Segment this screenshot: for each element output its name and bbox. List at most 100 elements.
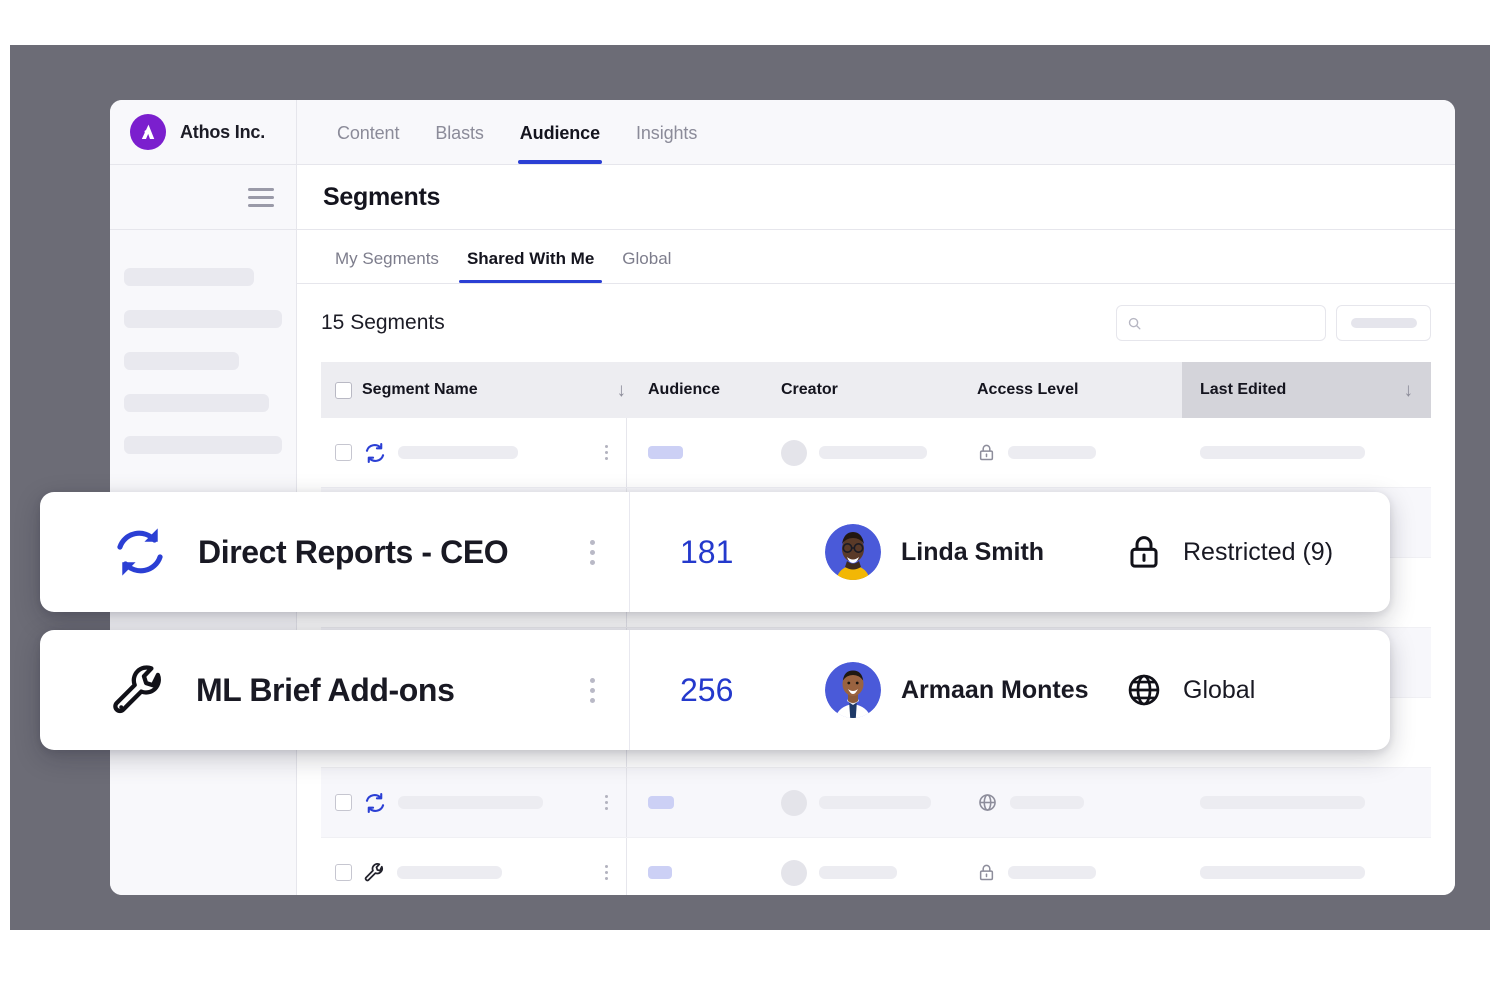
creator-name: Linda Smith — [901, 537, 1045, 566]
cell-segment-name — [321, 418, 626, 487]
row-menu-icon[interactable] — [605, 865, 608, 880]
sidebar-skeleton-item — [124, 310, 282, 328]
column-header-label: Last Edited — [1200, 381, 1287, 398]
subtab-shared-with-me[interactable]: Shared With Me — [453, 249, 608, 283]
cell-audience — [626, 838, 781, 895]
cell-placeholder — [648, 446, 683, 459]
sidebar-skeleton-item — [124, 394, 270, 412]
column-header-segment-name[interactable]: Segment Name ↓ — [321, 362, 626, 418]
segment-count-label: 15 Segments — [321, 311, 445, 334]
sidebar-skeleton-item — [124, 352, 240, 370]
row-checkbox[interactable] — [335, 794, 352, 811]
highlighted-segment-row-1[interactable]: Direct Reports - CEO 181 Linda Smith Res… — [40, 492, 1390, 612]
nav-tab-content[interactable]: Content — [319, 123, 417, 164]
segment-name: ML Brief Add-ons — [196, 671, 455, 708]
select-all-checkbox[interactable] — [335, 381, 352, 399]
access-level-text: Global — [1183, 675, 1256, 704]
subtab-my-segments[interactable]: My Segments — [321, 249, 453, 283]
cell-creator — [781, 838, 977, 895]
lock-icon — [977, 443, 996, 462]
sidebar-skeleton-item — [124, 436, 282, 454]
cell-access-level — [977, 768, 1182, 837]
cell-segment-name: ML Brief Add-ons — [40, 630, 630, 750]
highlighted-segment-row-2[interactable]: ML Brief Add-ons 256 Armaan Montes Globa… — [40, 630, 1390, 750]
column-header-audience[interactable]: Audience — [626, 362, 781, 418]
cell-placeholder — [819, 446, 927, 459]
table-row[interactable] — [321, 418, 1431, 488]
hamburger-menu-icon[interactable] — [248, 187, 274, 207]
avatar — [781, 789, 807, 816]
sync-icon — [364, 442, 386, 464]
cell-access-level — [977, 838, 1182, 895]
nav-tab-audience[interactable]: Audience — [502, 123, 618, 164]
search-box[interactable] — [1116, 305, 1326, 341]
cell-placeholder — [1008, 446, 1096, 459]
sort-descending-icon[interactable]: ↓ — [1404, 381, 1414, 400]
segment-subtabs: My Segments Shared With Me Global — [297, 230, 1455, 284]
segment-name: Direct Reports - CEO — [198, 533, 509, 570]
cell-placeholder — [1010, 796, 1084, 809]
cell-placeholder — [819, 796, 931, 809]
avatar-linda-smith — [825, 524, 881, 580]
column-divider — [626, 838, 627, 895]
table-row[interactable] — [321, 768, 1431, 838]
table-header-row: Segment Name ↓ Audience Creator Access L… — [321, 362, 1431, 418]
button-label-placeholder — [1350, 318, 1417, 328]
cell-creator — [781, 418, 977, 487]
creator-name: Armaan Montes — [901, 675, 1089, 704]
column-header-label: Creator — [781, 381, 838, 398]
table-row[interactable] — [321, 838, 1431, 895]
list-toolbar: 15 Segments — [297, 284, 1455, 362]
cell-segment-name — [321, 838, 626, 895]
subtab-global[interactable]: Global — [608, 249, 685, 283]
row-menu-icon[interactable] — [605, 795, 608, 810]
cell-placeholder — [819, 866, 897, 879]
cell-placeholder — [398, 446, 518, 459]
cell-placeholder — [397, 866, 502, 879]
search-input[interactable] — [1148, 315, 1315, 331]
search-icon — [1127, 316, 1142, 331]
column-header-last-edited[interactable]: Last Edited ↓ — [1182, 362, 1431, 418]
cell-segment-name — [321, 768, 626, 837]
sync-icon — [364, 792, 386, 814]
avatar — [781, 439, 807, 466]
cell-access-level — [977, 418, 1182, 487]
column-divider — [626, 768, 627, 837]
cell-access-level: Global — [1125, 671, 1255, 709]
row-checkbox[interactable] — [335, 864, 352, 881]
toolbar-secondary-button[interactable] — [1336, 305, 1431, 341]
column-header-access-level[interactable]: Access Level — [977, 362, 1182, 418]
row-checkbox[interactable] — [335, 444, 352, 461]
row-menu-icon[interactable] — [605, 445, 608, 460]
cell-placeholder — [1200, 446, 1365, 459]
brand-block[interactable]: Athos Inc. — [110, 100, 297, 164]
avatar — [781, 859, 807, 886]
column-header-label: Access Level — [977, 381, 1079, 398]
segments-table: Segment Name ↓ Audience Creator Access L… — [297, 362, 1455, 895]
page-header: Segments — [297, 165, 1455, 230]
avatar-armaan-montes — [825, 662, 881, 718]
nav-tab-blasts[interactable]: Blasts — [417, 123, 501, 164]
cell-creator: Linda Smith — [825, 524, 1125, 580]
cell-creator — [781, 768, 977, 837]
cell-audience — [626, 768, 781, 837]
row-menu-icon[interactable] — [590, 677, 595, 703]
cell-segment-name: Direct Reports - CEO — [40, 492, 630, 612]
cell-placeholder — [648, 796, 674, 809]
wrench-icon — [112, 663, 166, 717]
cell-last-edited — [1182, 768, 1431, 837]
column-header-creator[interactable]: Creator — [781, 362, 977, 418]
primary-nav: Content Blasts Audience Insights — [297, 100, 715, 164]
globe-icon — [1125, 671, 1163, 709]
sync-icon — [112, 524, 168, 580]
nav-tab-insights[interactable]: Insights — [618, 123, 715, 164]
cell-placeholder — [648, 866, 672, 879]
cell-audience: 181 — [680, 533, 734, 570]
cell-placeholder — [1008, 866, 1096, 879]
cell-access-level: Restricted (9) — [1125, 533, 1333, 571]
access-level-text: Restricted (9) — [1183, 537, 1334, 566]
sidebar-header — [110, 165, 296, 230]
sort-descending-icon[interactable]: ↓ — [617, 381, 627, 400]
lock-icon — [1125, 533, 1163, 571]
row-menu-icon[interactable] — [590, 539, 595, 565]
